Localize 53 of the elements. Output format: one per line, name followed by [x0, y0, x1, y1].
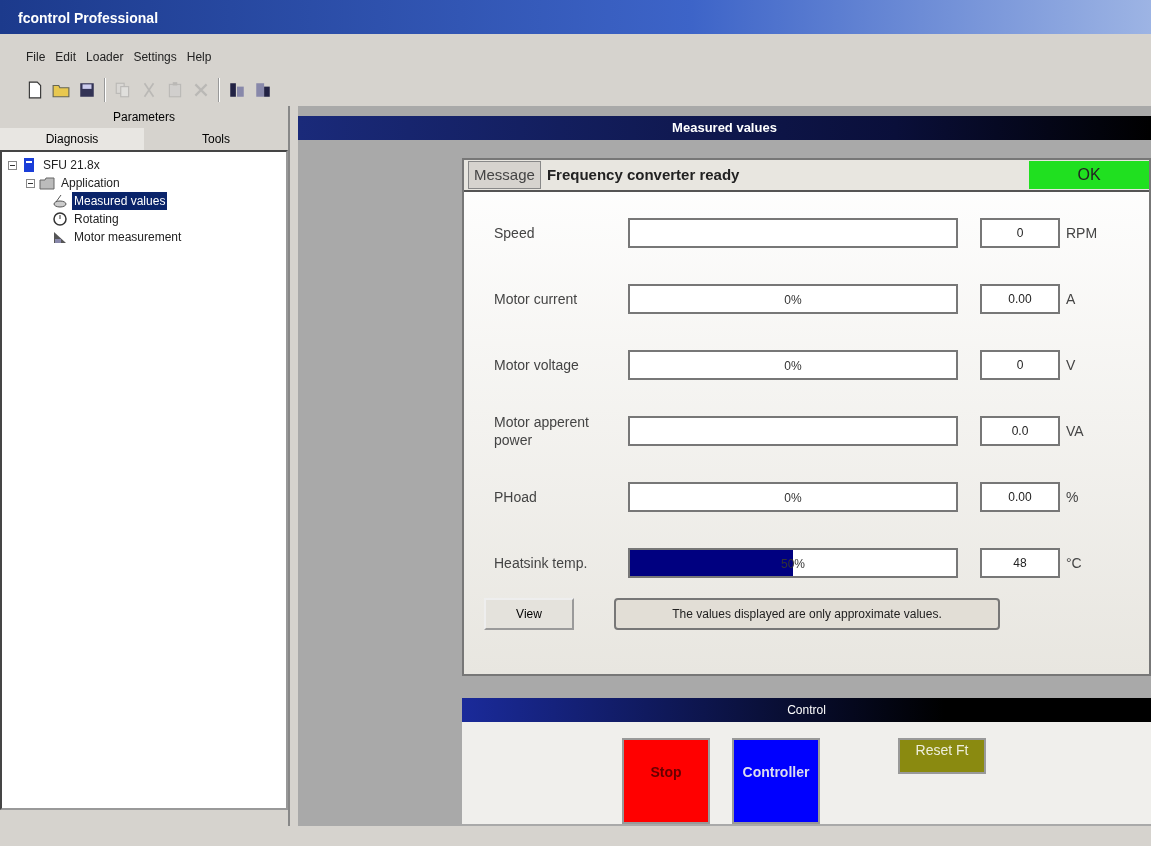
- expand-toggle[interactable]: [26, 178, 35, 188]
- status-indicator: OK: [1029, 161, 1149, 189]
- value-field: 48: [980, 548, 1060, 578]
- tree-item[interactable]: Application: [59, 174, 122, 192]
- unit-label: A: [1066, 289, 1076, 309]
- unit-label: RPM: [1066, 223, 1098, 243]
- gauge-icon: [52, 193, 68, 209]
- save-icon[interactable]: [78, 81, 96, 99]
- menu-item[interactable]: Help: [186, 48, 212, 72]
- measure-label: PHoad: [494, 487, 538, 507]
- unit-label: VA: [1066, 421, 1084, 441]
- tree-item[interactable]: Rotating: [72, 210, 121, 228]
- view-button[interactable]: View: [484, 598, 574, 630]
- progress-bar: 0%: [628, 284, 958, 314]
- measure-label: Speed: [494, 223, 536, 243]
- unit-label: %: [1066, 487, 1079, 507]
- unit-label: °C: [1066, 553, 1082, 573]
- folder-icon: [39, 175, 55, 191]
- tree-item[interactable]: SFU 21.8x: [41, 156, 102, 174]
- measure-label: Motor apperent power: [494, 412, 590, 450]
- message-label: Message: [468, 160, 541, 190]
- value-field: 0.00: [980, 284, 1060, 314]
- menu-item[interactable]: Loader: [86, 48, 124, 72]
- menu-item[interactable]: Settings: [133, 48, 177, 72]
- tree-item[interactable]: Measured values: [72, 192, 168, 210]
- document-icon[interactable]: [228, 81, 246, 99]
- progress-bar: 50%: [628, 548, 958, 578]
- info-note: The values displayed are only approximate values.: [614, 598, 1000, 630]
- controller-button[interactable]: Controller: [732, 738, 820, 824]
- unit-label: V: [1066, 355, 1076, 375]
- value-field: 0: [980, 350, 1060, 380]
- progress-bar: 0%: [628, 350, 958, 380]
- window-title: fcontrol Professional: [0, 0, 1151, 34]
- sidebar-tab[interactable]: Diagnosis: [0, 128, 144, 150]
- menu-item[interactable]: File: [26, 48, 46, 72]
- menu-item[interactable]: Edit: [55, 48, 77, 72]
- value-field: 0.0: [980, 416, 1060, 446]
- measure-label: Motor current: [494, 289, 579, 309]
- value-field: 0.00: [980, 482, 1060, 512]
- tree-item[interactable]: Motor measurement: [72, 228, 184, 246]
- dial-icon: [52, 211, 68, 227]
- document-icon[interactable]: [254, 81, 272, 99]
- expand-toggle[interactable]: [8, 160, 17, 170]
- value-field: 0: [980, 218, 1060, 248]
- new-file-icon[interactable]: [26, 81, 44, 99]
- device-icon: [21, 157, 37, 173]
- measure-label: Motor voltage: [494, 355, 580, 375]
- motor-icon: [52, 229, 68, 245]
- progress-bar: 0%: [628, 482, 958, 512]
- measure-label: Heatsink temp.: [494, 553, 589, 573]
- control-header: Control: [462, 698, 1151, 722]
- panel-header: Measured values: [298, 116, 1151, 140]
- message-text: Frequency converter ready: [546, 164, 741, 185]
